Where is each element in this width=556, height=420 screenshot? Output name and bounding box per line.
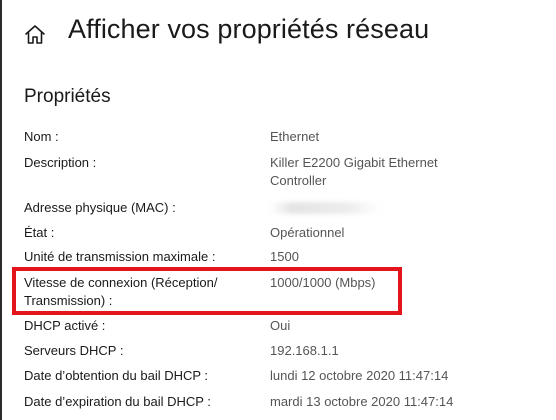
property-value: mardi 13 octobre 2020 11:47:14 <box>270 394 454 409</box>
property-value: Ethernet <box>270 129 320 144</box>
property-value: Oui <box>270 318 291 333</box>
property-label: Serveurs DHCP : <box>24 343 124 358</box>
page-header: Afficher vos propriétés réseau <box>0 0 556 70</box>
property-label: État : <box>24 225 55 240</box>
property-label: Vitesse de connexion (Réception/ Transmi… <box>24 275 218 308</box>
home-icon[interactable] <box>24 24 46 46</box>
property-value: 1500 <box>270 249 299 264</box>
property-value-redacted <box>270 199 470 219</box>
property-value: lundi 12 octobre 2020 11:47:14 <box>270 368 449 383</box>
page-title: Afficher vos propriétés réseau <box>68 14 430 44</box>
property-label: DHCP activé : <box>24 318 106 333</box>
property-label: Date d’expiration du bail DHCP : <box>24 394 211 409</box>
property-label: Date d’obtention du bail DHCP : <box>24 368 209 383</box>
property-label: Description : <box>24 155 97 170</box>
redacted-mac-address <box>270 202 380 214</box>
property-label: Nom : <box>24 129 59 144</box>
property-label: Unité de transmission maximale : <box>24 249 216 264</box>
network-properties-page: Afficher vos propriétés réseau Propriété… <box>0 0 556 420</box>
property-label: Adresse physique (MAC) : <box>24 200 176 215</box>
property-value: Killer E2200 Gigabit Ethernet Controller <box>270 155 438 188</box>
property-value: 1000/1000 (Mbps) <box>270 275 376 290</box>
property-value: 192.168.1.1 <box>270 343 339 358</box>
section-title: Propriétés <box>24 86 111 107</box>
property-value: Opérationnel <box>270 225 345 240</box>
